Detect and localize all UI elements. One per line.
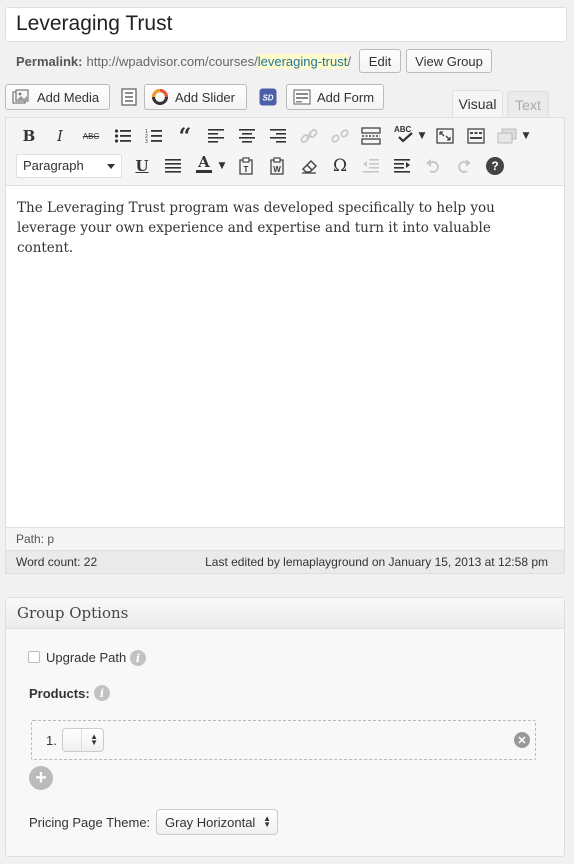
- blockquote-button[interactable]: “: [174, 124, 196, 150]
- align-right-icon[interactable]: [267, 125, 289, 147]
- editor: B I ABC 123 “ ABC ▼ ▼ Paragraph U A ▼ T …: [5, 117, 565, 574]
- eraser-icon[interactable]: [298, 155, 320, 177]
- justify-icon[interactable]: [162, 155, 184, 177]
- path-bar: Path: p: [6, 527, 564, 550]
- group-options-title: Group Options: [6, 598, 564, 629]
- help-glyph: ?: [486, 157, 504, 175]
- svg-text:T: T: [244, 165, 249, 174]
- upgrade-path-checkbox[interactable]: [28, 651, 40, 663]
- add-form-label: Add Form: [317, 89, 375, 105]
- add-media-label: Add Media: [37, 89, 100, 105]
- pricing-theme-select[interactable]: Gray Horizontal ▲ ▼: [156, 809, 278, 835]
- align-left-icon[interactable]: [205, 125, 227, 147]
- add-product-icon[interactable]: +: [29, 766, 53, 790]
- format-select-value: Paragraph: [23, 158, 84, 173]
- status-bar: Word count: 22 Last edited by lemaplaygr…: [6, 550, 564, 573]
- format-select[interactable]: Paragraph: [16, 154, 122, 178]
- word-count: Word count: 22: [16, 555, 98, 569]
- permalink-base: http://wpadvisor.com/courses/: [86, 53, 258, 69]
- outdent-icon[interactable]: [360, 155, 382, 177]
- unlink-icon[interactable]: [329, 125, 351, 147]
- add-slider-label: Add Slider: [175, 89, 235, 105]
- text-color-dropdown-icon[interactable]: ▼: [216, 155, 228, 177]
- upgrade-path-info-icon[interactable]: i: [130, 650, 146, 666]
- product-index: 1.: [46, 733, 57, 748]
- table-dropdown-icon[interactable]: ▼: [520, 125, 532, 147]
- last-edited: Last edited by lemaplayground on January…: [205, 555, 548, 569]
- align-center-icon[interactable]: [236, 125, 258, 147]
- pricing-theme-label: Pricing Page Theme:: [29, 815, 151, 830]
- permalink-slug[interactable]: leveraging-trust: [257, 53, 348, 69]
- svg-text:ABC: ABC: [394, 125, 412, 134]
- pricing-theme-value: Gray Horizontal: [165, 815, 256, 830]
- add-form-button[interactable]: Add Form: [286, 84, 384, 110]
- product-select[interactable]: ▲ ▼: [62, 728, 104, 752]
- products-info-icon[interactable]: i: [94, 685, 110, 701]
- table-icon[interactable]: [496, 125, 518, 147]
- bullet-list-icon[interactable]: [112, 125, 134, 147]
- post-title-input[interactable]: Leveraging Trust: [5, 7, 567, 42]
- slider-icon: [152, 89, 168, 105]
- tab-visual[interactable]: Visual: [452, 90, 503, 117]
- view-group-button[interactable]: View Group: [406, 49, 492, 73]
- paste-word-icon[interactable]: W: [267, 155, 289, 177]
- permalink-label: Permalink:: [16, 53, 83, 69]
- text-color-button[interactable]: A: [193, 152, 215, 174]
- add-slider-button[interactable]: Add Slider: [144, 84, 247, 110]
- svg-text:W: W: [273, 165, 281, 174]
- fullscreen-icon[interactable]: [434, 125, 456, 147]
- tab-text[interactable]: Text: [507, 91, 549, 118]
- svg-text:3: 3: [145, 139, 148, 144]
- svg-text:SD: SD: [262, 94, 273, 103]
- editor-content[interactable]: The Leveraging Trust program was develop…: [17, 198, 547, 258]
- link-icon[interactable]: [298, 125, 320, 147]
- strikethrough-button[interactable]: ABC: [80, 125, 102, 147]
- kitchen-sink-icon[interactable]: [465, 125, 487, 147]
- text-color-swatch: [196, 169, 212, 173]
- products-label: Products:: [29, 686, 90, 701]
- help-icon[interactable]: ?: [484, 155, 506, 177]
- italic-button[interactable]: I: [49, 125, 71, 147]
- more-tag-icon[interactable]: [360, 125, 382, 147]
- spellcheck-dropdown-icon[interactable]: ▼: [416, 125, 428, 147]
- indent-icon[interactable]: [391, 155, 413, 177]
- upgrade-path-label: Upgrade Path: [46, 650, 127, 665]
- underline-button[interactable]: U: [131, 155, 153, 177]
- redo-icon[interactable]: [453, 155, 475, 177]
- permalink-row: Permalink: http://wpadvisor.com/courses/…: [16, 52, 351, 70]
- media-icon: [12, 89, 29, 104]
- sd-icon[interactable]: SD: [259, 88, 277, 106]
- add-media-button[interactable]: Add Media: [5, 84, 110, 110]
- editor-toolbar: B I ABC 123 “ ABC ▼ ▼ Paragraph U A ▼ T …: [6, 118, 564, 186]
- product-row: 1. ▲ ▼ ✕: [31, 720, 536, 760]
- undo-icon[interactable]: [422, 155, 444, 177]
- form-list-icon[interactable]: [120, 88, 138, 106]
- spellcheck-icon[interactable]: ABC: [392, 123, 418, 145]
- chevron-down-icon: [107, 164, 115, 169]
- permalink-trail: /: [347, 53, 351, 69]
- paste-text-icon[interactable]: T: [236, 155, 258, 177]
- remove-product-icon[interactable]: ✕: [514, 732, 530, 748]
- updown-arrows-icon: ▲ ▼: [263, 814, 271, 829]
- bold-button[interactable]: B: [18, 125, 40, 147]
- text-color-label: A: [198, 152, 210, 171]
- group-options-panel: Group Options Upgrade Path i Products: i…: [5, 597, 565, 857]
- numbered-list-icon[interactable]: 123: [143, 125, 165, 147]
- updown-arrows-icon: ▲ ▼: [90, 732, 98, 747]
- form-icon: [293, 89, 311, 105]
- edit-permalink-button[interactable]: Edit: [359, 49, 401, 73]
- special-character-button[interactable]: Ω: [329, 155, 351, 177]
- select-divider: [81, 729, 82, 751]
